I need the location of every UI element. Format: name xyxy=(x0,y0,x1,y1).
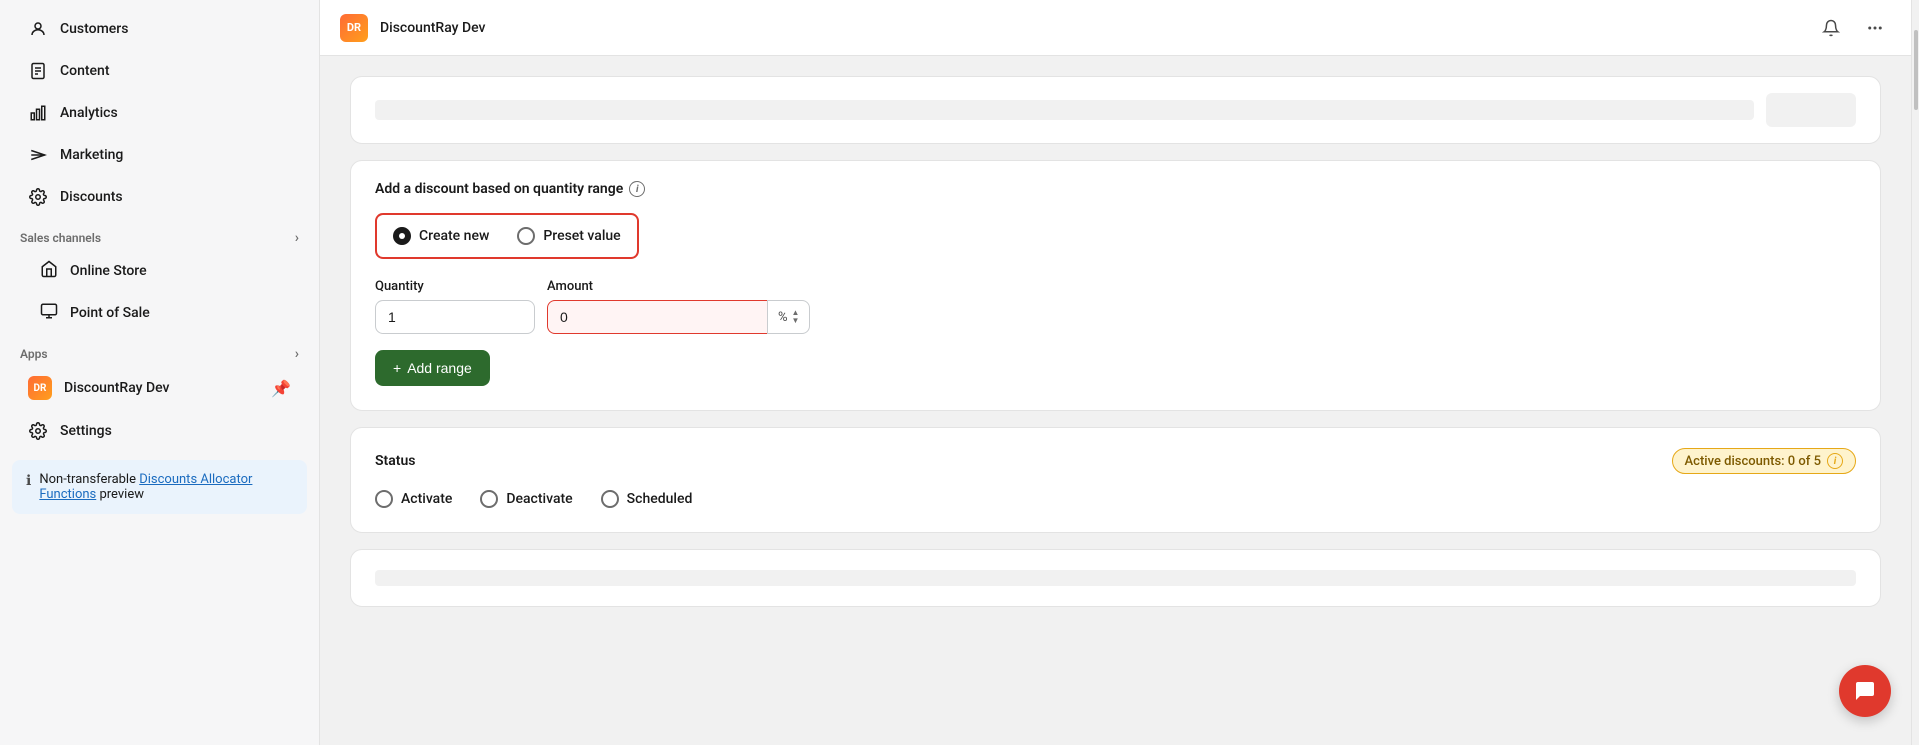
radio-create-new-label: Create new xyxy=(419,228,489,244)
person-icon xyxy=(28,19,48,39)
active-discounts-badge: Active discounts: 0 of 5 i xyxy=(1672,448,1856,474)
topbar-bell-button[interactable] xyxy=(1815,12,1847,44)
form-row: Quantity Amount % ▲▼ xyxy=(375,279,1856,334)
sidebar-online-store-label: Online Store xyxy=(70,263,147,279)
quantity-range-title: Add a discount based on quantity range i xyxy=(375,181,1856,197)
status-header: Status Active discounts: 0 of 5 i xyxy=(375,448,1856,474)
sidebar: Customers Content Analytics Marketing xyxy=(0,0,320,745)
radio-activate-indicator xyxy=(375,490,393,508)
status-radio-row: Activate Deactivate Scheduled xyxy=(375,490,1856,508)
main-area: DR DiscountRay Dev Add a discount based … xyxy=(320,0,1911,745)
sidebar-content-label: Content xyxy=(60,63,110,79)
scrollbar-thumb[interactable] xyxy=(1914,30,1918,110)
radio-create-new[interactable]: Create new xyxy=(393,227,489,245)
settings-gear-icon xyxy=(28,421,48,441)
megaphone-icon xyxy=(28,145,48,165)
store-icon xyxy=(40,260,58,282)
amount-unit-label: % xyxy=(778,310,788,325)
amount-unit-arrows-icon: ▲▼ xyxy=(792,309,800,325)
app-pin-icon[interactable]: 📌 xyxy=(271,379,291,398)
radio-preset-value[interactable]: Preset value xyxy=(517,227,620,245)
topbar-logo: DR xyxy=(340,14,368,42)
quantity-group: Quantity xyxy=(375,279,535,334)
radio-preset-value-label: Preset value xyxy=(543,228,620,244)
radio-scheduled-label: Scheduled xyxy=(627,491,693,507)
sidebar-discounts-label: Discounts xyxy=(60,189,123,205)
chat-icon xyxy=(1853,679,1877,703)
sidebar-pos-label: Point of Sale xyxy=(70,305,150,321)
quantity-label: Quantity xyxy=(375,279,535,294)
sidebar-info-box: ℹ Non-transferable Discounts Allocator F… xyxy=(12,460,307,514)
right-scrollbar[interactable] xyxy=(1911,0,1919,745)
pos-icon xyxy=(40,302,58,324)
bottom-partial-content xyxy=(375,570,1856,586)
sidebar-item-discountray-dev[interactable]: DR DiscountRay Dev 📌 xyxy=(8,367,311,409)
amount-group-container: Amount % ▲▼ xyxy=(547,279,810,334)
sidebar-item-pos[interactable]: Point of Sale xyxy=(8,293,311,333)
add-range-label: Add range xyxy=(407,360,472,376)
topbar-more-button[interactable] xyxy=(1859,12,1891,44)
radio-deactivate-indicator xyxy=(480,490,498,508)
apps-chevron-icon: › xyxy=(295,346,299,362)
sidebar-marketing-label: Marketing xyxy=(60,147,123,163)
quantity-range-info-icon[interactable]: i xyxy=(629,181,645,197)
sidebar-item-marketing[interactable]: Marketing xyxy=(8,135,311,175)
radio-scheduled[interactable]: Scheduled xyxy=(601,490,693,508)
bottom-partial-card xyxy=(350,549,1881,607)
sidebar-item-online-store[interactable]: Online Store xyxy=(8,251,311,291)
radio-create-new-indicator xyxy=(393,227,411,245)
radio-activate[interactable]: Activate xyxy=(375,490,452,508)
content-area: Add a discount based on quantity range i… xyxy=(320,56,1911,745)
app-item-left: DR DiscountRay Dev xyxy=(28,376,170,400)
radio-deactivate-label: Deactivate xyxy=(506,491,572,507)
sales-channels-section[interactable]: Sales channels › xyxy=(0,218,319,250)
sidebar-item-content[interactable]: Content xyxy=(8,51,311,91)
sidebar-item-customers[interactable]: Customers xyxy=(8,9,311,49)
status-card: Status Active discounts: 0 of 5 i Activa… xyxy=(350,427,1881,533)
document-icon xyxy=(28,61,48,81)
quantity-input[interactable] xyxy=(375,300,535,334)
radio-group-box: Create new Preset value xyxy=(375,213,639,259)
add-range-plus-icon: + xyxy=(393,360,401,376)
partial-button xyxy=(1766,93,1856,127)
add-range-button[interactable]: + Add range xyxy=(375,350,490,386)
app-logo-icon: DR xyxy=(28,376,52,400)
sales-channels-label: Sales channels xyxy=(20,231,101,245)
bar-chart-icon xyxy=(28,103,48,123)
chat-bubble-button[interactable] xyxy=(1839,665,1891,717)
partial-input xyxy=(375,100,1754,120)
sidebar-item-analytics[interactable]: Analytics xyxy=(8,93,311,133)
sales-channels-chevron-icon: › xyxy=(295,230,299,246)
topbar: DR DiscountRay Dev xyxy=(320,0,1911,56)
apps-section[interactable]: Apps › xyxy=(0,334,319,366)
topbar-title: DiscountRay Dev xyxy=(380,20,486,36)
info-box-text: Non-transferable Discounts Allocator Fun… xyxy=(39,472,293,502)
quantity-range-card: Add a discount based on quantity range i… xyxy=(350,160,1881,411)
sidebar-customers-label: Customers xyxy=(60,21,128,37)
radio-deactivate[interactable]: Deactivate xyxy=(480,490,572,508)
sidebar-item-settings[interactable]: Settings xyxy=(8,411,311,451)
info-circle-icon: ℹ xyxy=(26,473,31,502)
sidebar-item-discounts[interactable]: Discounts xyxy=(8,177,311,217)
radio-activate-label: Activate xyxy=(401,491,452,507)
partial-top-card xyxy=(350,76,1881,144)
amount-input[interactable] xyxy=(547,300,767,334)
active-badge-text: Active discounts: 0 of 5 xyxy=(1685,454,1821,469)
status-title: Status xyxy=(375,453,415,469)
active-badge-info-icon[interactable]: i xyxy=(1827,453,1843,469)
amount-label: Amount xyxy=(547,279,810,294)
amount-input-group: % ▲▼ xyxy=(547,300,810,334)
sidebar-discountray-dev-label: DiscountRay Dev xyxy=(64,380,170,396)
sidebar-analytics-label: Analytics xyxy=(60,105,118,121)
radio-preset-value-indicator xyxy=(517,227,535,245)
sidebar-settings-label: Settings xyxy=(60,423,112,439)
radio-scheduled-indicator xyxy=(601,490,619,508)
apps-label: Apps xyxy=(20,347,48,361)
amount-unit-selector[interactable]: % ▲▼ xyxy=(767,300,810,334)
gear-icon xyxy=(28,187,48,207)
